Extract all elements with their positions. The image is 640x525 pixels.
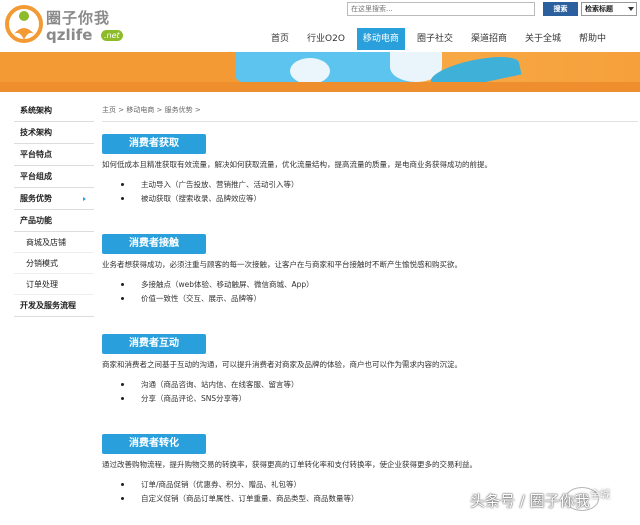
sidebar-subitem-distribution[interactable]: 分销模式 [14, 253, 94, 274]
logo-net-badge: .net [101, 30, 123, 41]
section-title: 消费者接触 [102, 234, 206, 254]
hero-banner [0, 52, 640, 92]
chevron-right-icon [83, 197, 86, 201]
sidebar-item-composition[interactable]: 平台组成 [14, 166, 94, 188]
nav-item-channel[interactable]: 渠道招商 [465, 28, 513, 50]
search-input[interactable] [347, 2, 535, 16]
sidebar-item-label: 服务优势 [20, 194, 52, 203]
section-conversion: 消费者转化 通过改善购物流程，提升购物交易的转换率，获得更高的订单转化率和支付转… [102, 434, 477, 506]
section-contact: 消费者接触 业务者想获得成功，必须注重与顾客的每一次接触，让客户在与商家和平台接… [102, 234, 462, 306]
list-item: 被动获取（搜索收录、品牌效应等） [116, 192, 492, 206]
nav-item-home[interactable]: 首页 [265, 28, 295, 50]
sidebar-subitem-orders[interactable]: 订单处理 [14, 274, 94, 295]
section-interaction: 消费者互动 商家和消费者之间基于互动的沟通，可以提升消费者对商家及品牌的体验，商… [102, 334, 462, 406]
list-item: 订单/商品促销（优惠券、积分、赠品、礼包等） [116, 478, 477, 492]
watermark: 头条号 / 圈子你我 [470, 492, 590, 510]
section-description: 商家和消费者之间基于互动的沟通，可以提升消费者对商家及品牌的体验，商户也可以作为… [102, 360, 462, 369]
breadcrumb: 主页 > 移动电商 > 服务优势 > [102, 100, 638, 122]
nav-item-social[interactable]: 圈子社交 [411, 28, 459, 50]
sidebar-item-service-advantages[interactable]: 服务优势 [14, 188, 94, 210]
list-item: 主动导入（广告投放、营销推广、活动引入等） [116, 178, 492, 192]
sidebar-item-dev-process[interactable]: 开发及服务流程 [14, 295, 94, 317]
list-item: 自定义促销（商品订单属性、订单重量、商品类型、商品数量等） [116, 492, 477, 506]
section-list: 主动导入（广告投放、营销推广、活动引入等） 被动获取（搜索收录、品牌效应等） [102, 178, 492, 206]
section-description: 业务者想获得成功，必须注重与顾客的每一次接触，让客户在与商家和平台接触时不断产生… [102, 260, 462, 269]
list-item: 沟通（商品咨询、站内信、在线客服、留言等） [116, 378, 462, 392]
section-title: 消费者转化 [102, 434, 206, 454]
nav-item-about[interactable]: 关于全城 [519, 28, 567, 50]
logo-text-cn: 圈子你我 [46, 9, 111, 27]
watermark-small: 全城 [590, 490, 610, 501]
section-description: 通过改善购物流程，提升购物交易的转换率，获得更高的订单转化率和支付转换率，使企业… [102, 460, 477, 469]
nav-item-o2o[interactable]: 行业O2O [301, 28, 351, 50]
list-item: 多接触点（web体验、移动触屏、微信商城、App） [116, 278, 462, 292]
section-list: 订单/商品促销（优惠券、积分、赠品、礼包等） 自定义促销（商品订单属性、订单重量… [102, 478, 477, 506]
sidebar-item-system-architecture[interactable]: 系统架构 [14, 100, 94, 122]
search-scope-select[interactable]: 检索标题 [581, 2, 637, 16]
chevron-down-icon [628, 7, 634, 11]
list-item: 分享（商品评论、SNS分享等） [116, 392, 462, 406]
nav-item-help[interactable]: 帮助中 [573, 28, 612, 50]
sidebar-item-product-functions[interactable]: 产品功能 [14, 210, 94, 232]
search-scope-label: 检索标题 [585, 5, 613, 13]
search-button[interactable]: 搜索 [543, 2, 578, 16]
site-logo[interactable]: 圈子你我 qzlife .net [4, 4, 124, 48]
sidebar-item-tech-architecture[interactable]: 技术架构 [14, 122, 94, 144]
nav-item-mobile-commerce[interactable]: 移动电商 [356, 28, 405, 50]
logo-text-en: qzlife [46, 26, 93, 44]
sidebar-menu: 系统架构 技术架构 平台特点 平台组成 服务优势 产品功能 商城及店铺 分销模式… [14, 100, 94, 317]
search-bar: 搜索 检索标题 [347, 2, 637, 17]
section-title: 消费者获取 [102, 134, 206, 154]
main-content: 主页 > 移动电商 > 服务优势 > 消费者获取 如何低成本且精准获取有效流量，… [102, 100, 638, 503]
main-nav: 首页 行业O2O 移动电商 圈子社交 渠道招商 关于全城 帮助中 [265, 28, 618, 50]
logo-icon [5, 5, 43, 43]
sidebar-item-features[interactable]: 平台特点 [14, 144, 94, 166]
section-list: 沟通（商品咨询、站内信、在线客服、留言等） 分享（商品评论、SNS分享等） [102, 378, 462, 406]
site-header: 圈子你我 qzlife .net 搜索 检索标题 首页 行业O2O 移动电商 圈… [0, 0, 640, 52]
section-description: 如何低成本且精准获取有效流量，解决如何获取流量，优化流量结构，提高流量的质量，是… [102, 160, 492, 169]
list-item: 价值一致性（交互、展示、品牌等） [116, 292, 462, 306]
section-acquisition: 消费者获取 如何低成本且精准获取有效流量，解决如何获取流量，优化流量结构，提高流… [102, 134, 492, 206]
section-title: 消费者互动 [102, 334, 206, 354]
sidebar-subitem-mall[interactable]: 商城及店铺 [14, 232, 94, 253]
section-list: 多接触点（web体验、移动触屏、微信商城、App） 价值一致性（交互、展示、品牌… [102, 278, 462, 306]
